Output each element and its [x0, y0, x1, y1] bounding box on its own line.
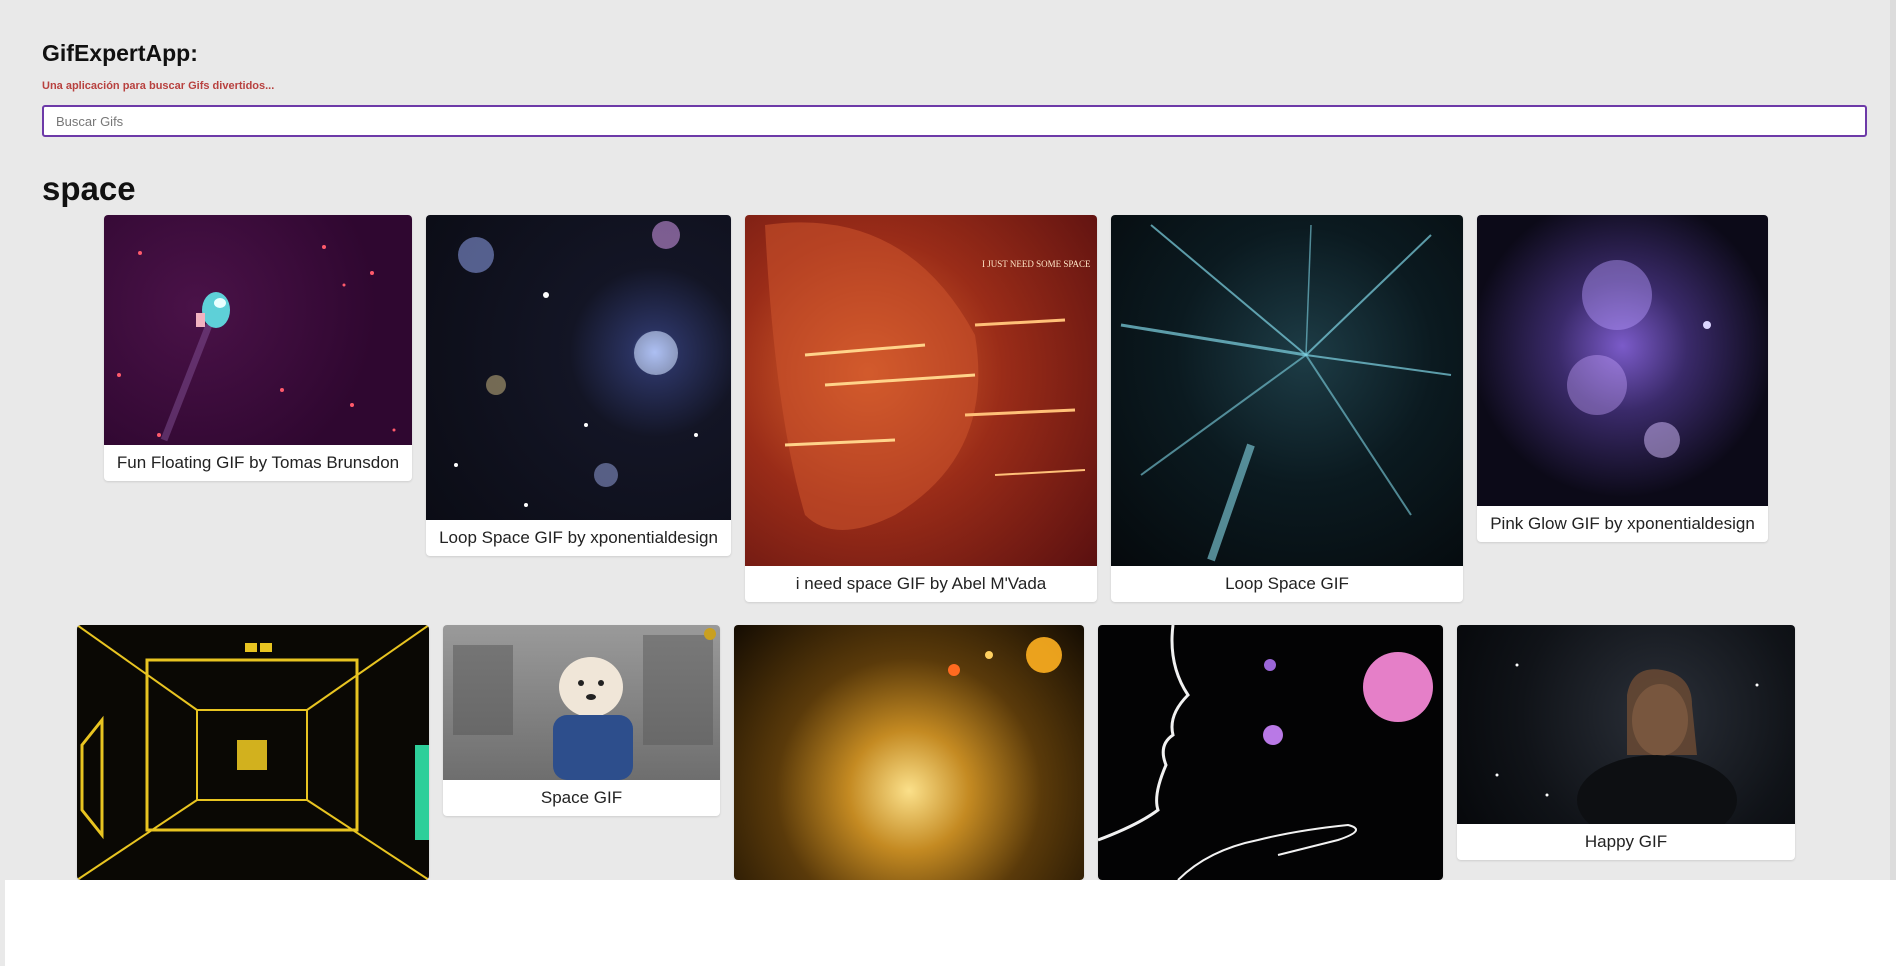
gif-image — [443, 625, 720, 780]
gif-card[interactable]: Space GIF — [443, 625, 720, 816]
gif-image — [734, 625, 1084, 880]
gif-image — [1111, 215, 1463, 566]
gif-image — [1098, 625, 1443, 880]
gif-card[interactable]: Happy GIF — [1457, 625, 1795, 860]
gif-overlay-text: I JUST NEED SOME SPACE — [982, 259, 1091, 269]
gif-card[interactable]: Pink Glow GIF by xponentialdesign — [1477, 215, 1768, 542]
gif-title: Happy GIF — [1584, 832, 1668, 851]
gif-title: Loop Space GIF — [1225, 574, 1349, 593]
gif-title: Space GIF — [540, 788, 623, 807]
gif-card[interactable]: Loop Space GIF by xponentialdesign — [426, 215, 731, 556]
gif-image — [77, 625, 429, 880]
gif-card[interactable]: Loop Space GIF — [1111, 215, 1463, 602]
gif-card[interactable]: I JUST NEED SOME SPACE i need space GIF … — [745, 215, 1097, 602]
app-subtitle: Una aplicación para buscar Gifs divertid… — [42, 80, 275, 92]
gif-image: I JUST NEED SOME SPACE — [745, 215, 1097, 566]
category-title: space — [42, 170, 136, 207]
page-bottom-area — [5, 880, 1896, 966]
gif-card[interactable] — [1098, 625, 1443, 880]
gif-title: Fun Floating GIF by Tomas Brunsdon — [116, 453, 400, 472]
gif-title: i need space GIF by Abel M'Vada — [795, 574, 1047, 593]
gif-title: Pink Glow GIF by xponentialdesign — [1490, 514, 1755, 533]
search-input[interactable] — [42, 105, 1867, 137]
gif-image — [104, 215, 412, 445]
app-title: GifExpertApp: — [42, 40, 198, 66]
gif-card[interactable] — [734, 625, 1084, 880]
gif-image — [1457, 625, 1795, 824]
gif-card[interactable]: Fun Floating GIF by Tomas Brunsdon — [104, 215, 412, 481]
gif-image — [426, 215, 731, 520]
gif-image — [1477, 215, 1768, 506]
gif-card[interactable] — [77, 625, 429, 880]
gif-title: Loop Space GIF by xponentialdesign — [439, 528, 718, 547]
vertical-scrollbar[interactable] — [1890, 0, 1896, 880]
